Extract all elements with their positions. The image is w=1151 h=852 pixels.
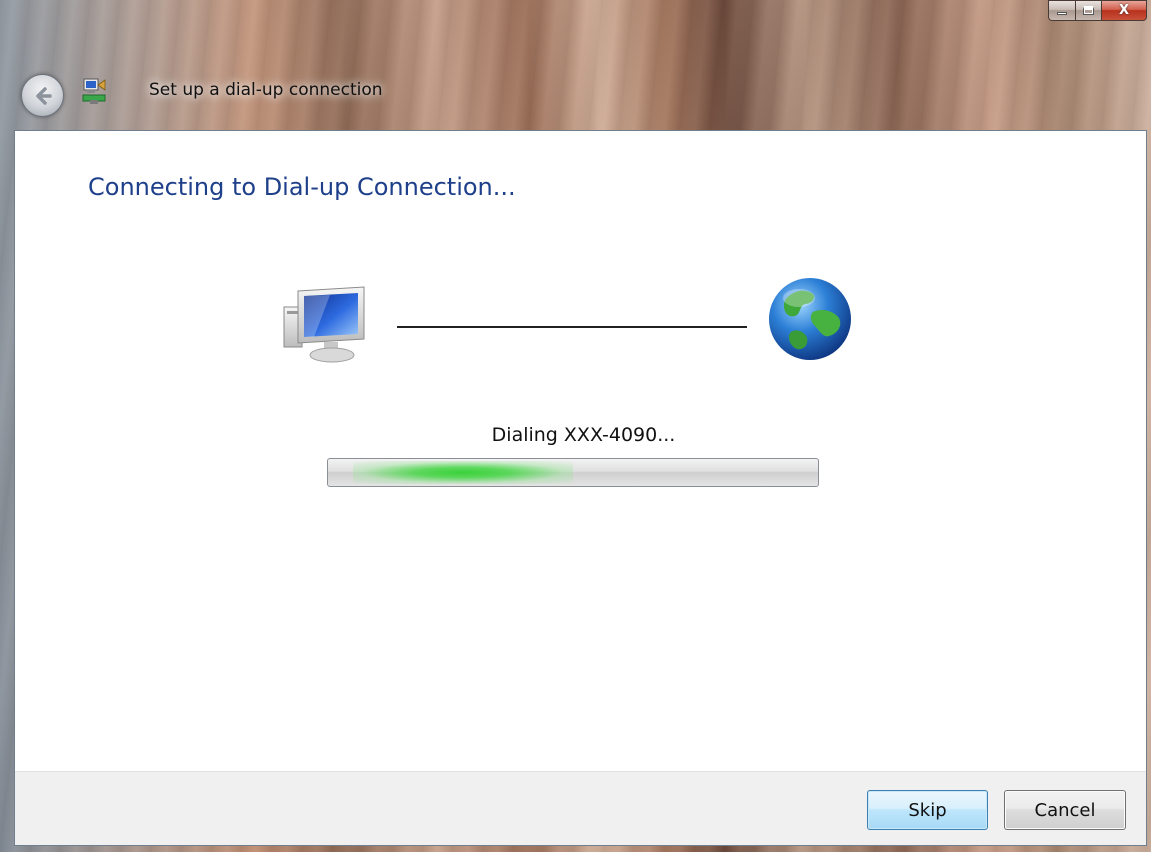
skip-button[interactable]: Skip	[867, 790, 988, 830]
network-connection-icon	[82, 78, 106, 104]
computer-icon	[283, 286, 365, 363]
progress-marquee	[352, 461, 573, 484]
close-icon: X	[1118, 3, 1130, 18]
connection-line	[397, 326, 747, 328]
button-bar: Skip Cancel	[15, 771, 1146, 845]
minimize-icon	[1057, 12, 1067, 15]
dialing-status: Dialing XXX-4090...	[491, 424, 676, 446]
window-title: Set up a dial-up connection	[149, 80, 383, 100]
globe-icon	[769, 278, 851, 360]
minimize-button[interactable]	[1048, 0, 1075, 21]
maximize-button[interactable]	[1075, 0, 1101, 21]
maximize-icon	[1083, 6, 1094, 15]
cancel-button[interactable]: Cancel	[1004, 790, 1126, 830]
page-heading: Connecting to Dial-up Connection...	[88, 173, 516, 201]
wizard-content: Connecting to Dial-up Connection... Dial…	[14, 130, 1147, 846]
connection-progress-bar	[327, 458, 819, 487]
caption-buttons: X	[1048, 0, 1147, 21]
close-button[interactable]: X	[1101, 0, 1147, 21]
back-button[interactable]	[21, 74, 64, 117]
back-arrow-icon	[35, 86, 52, 105]
